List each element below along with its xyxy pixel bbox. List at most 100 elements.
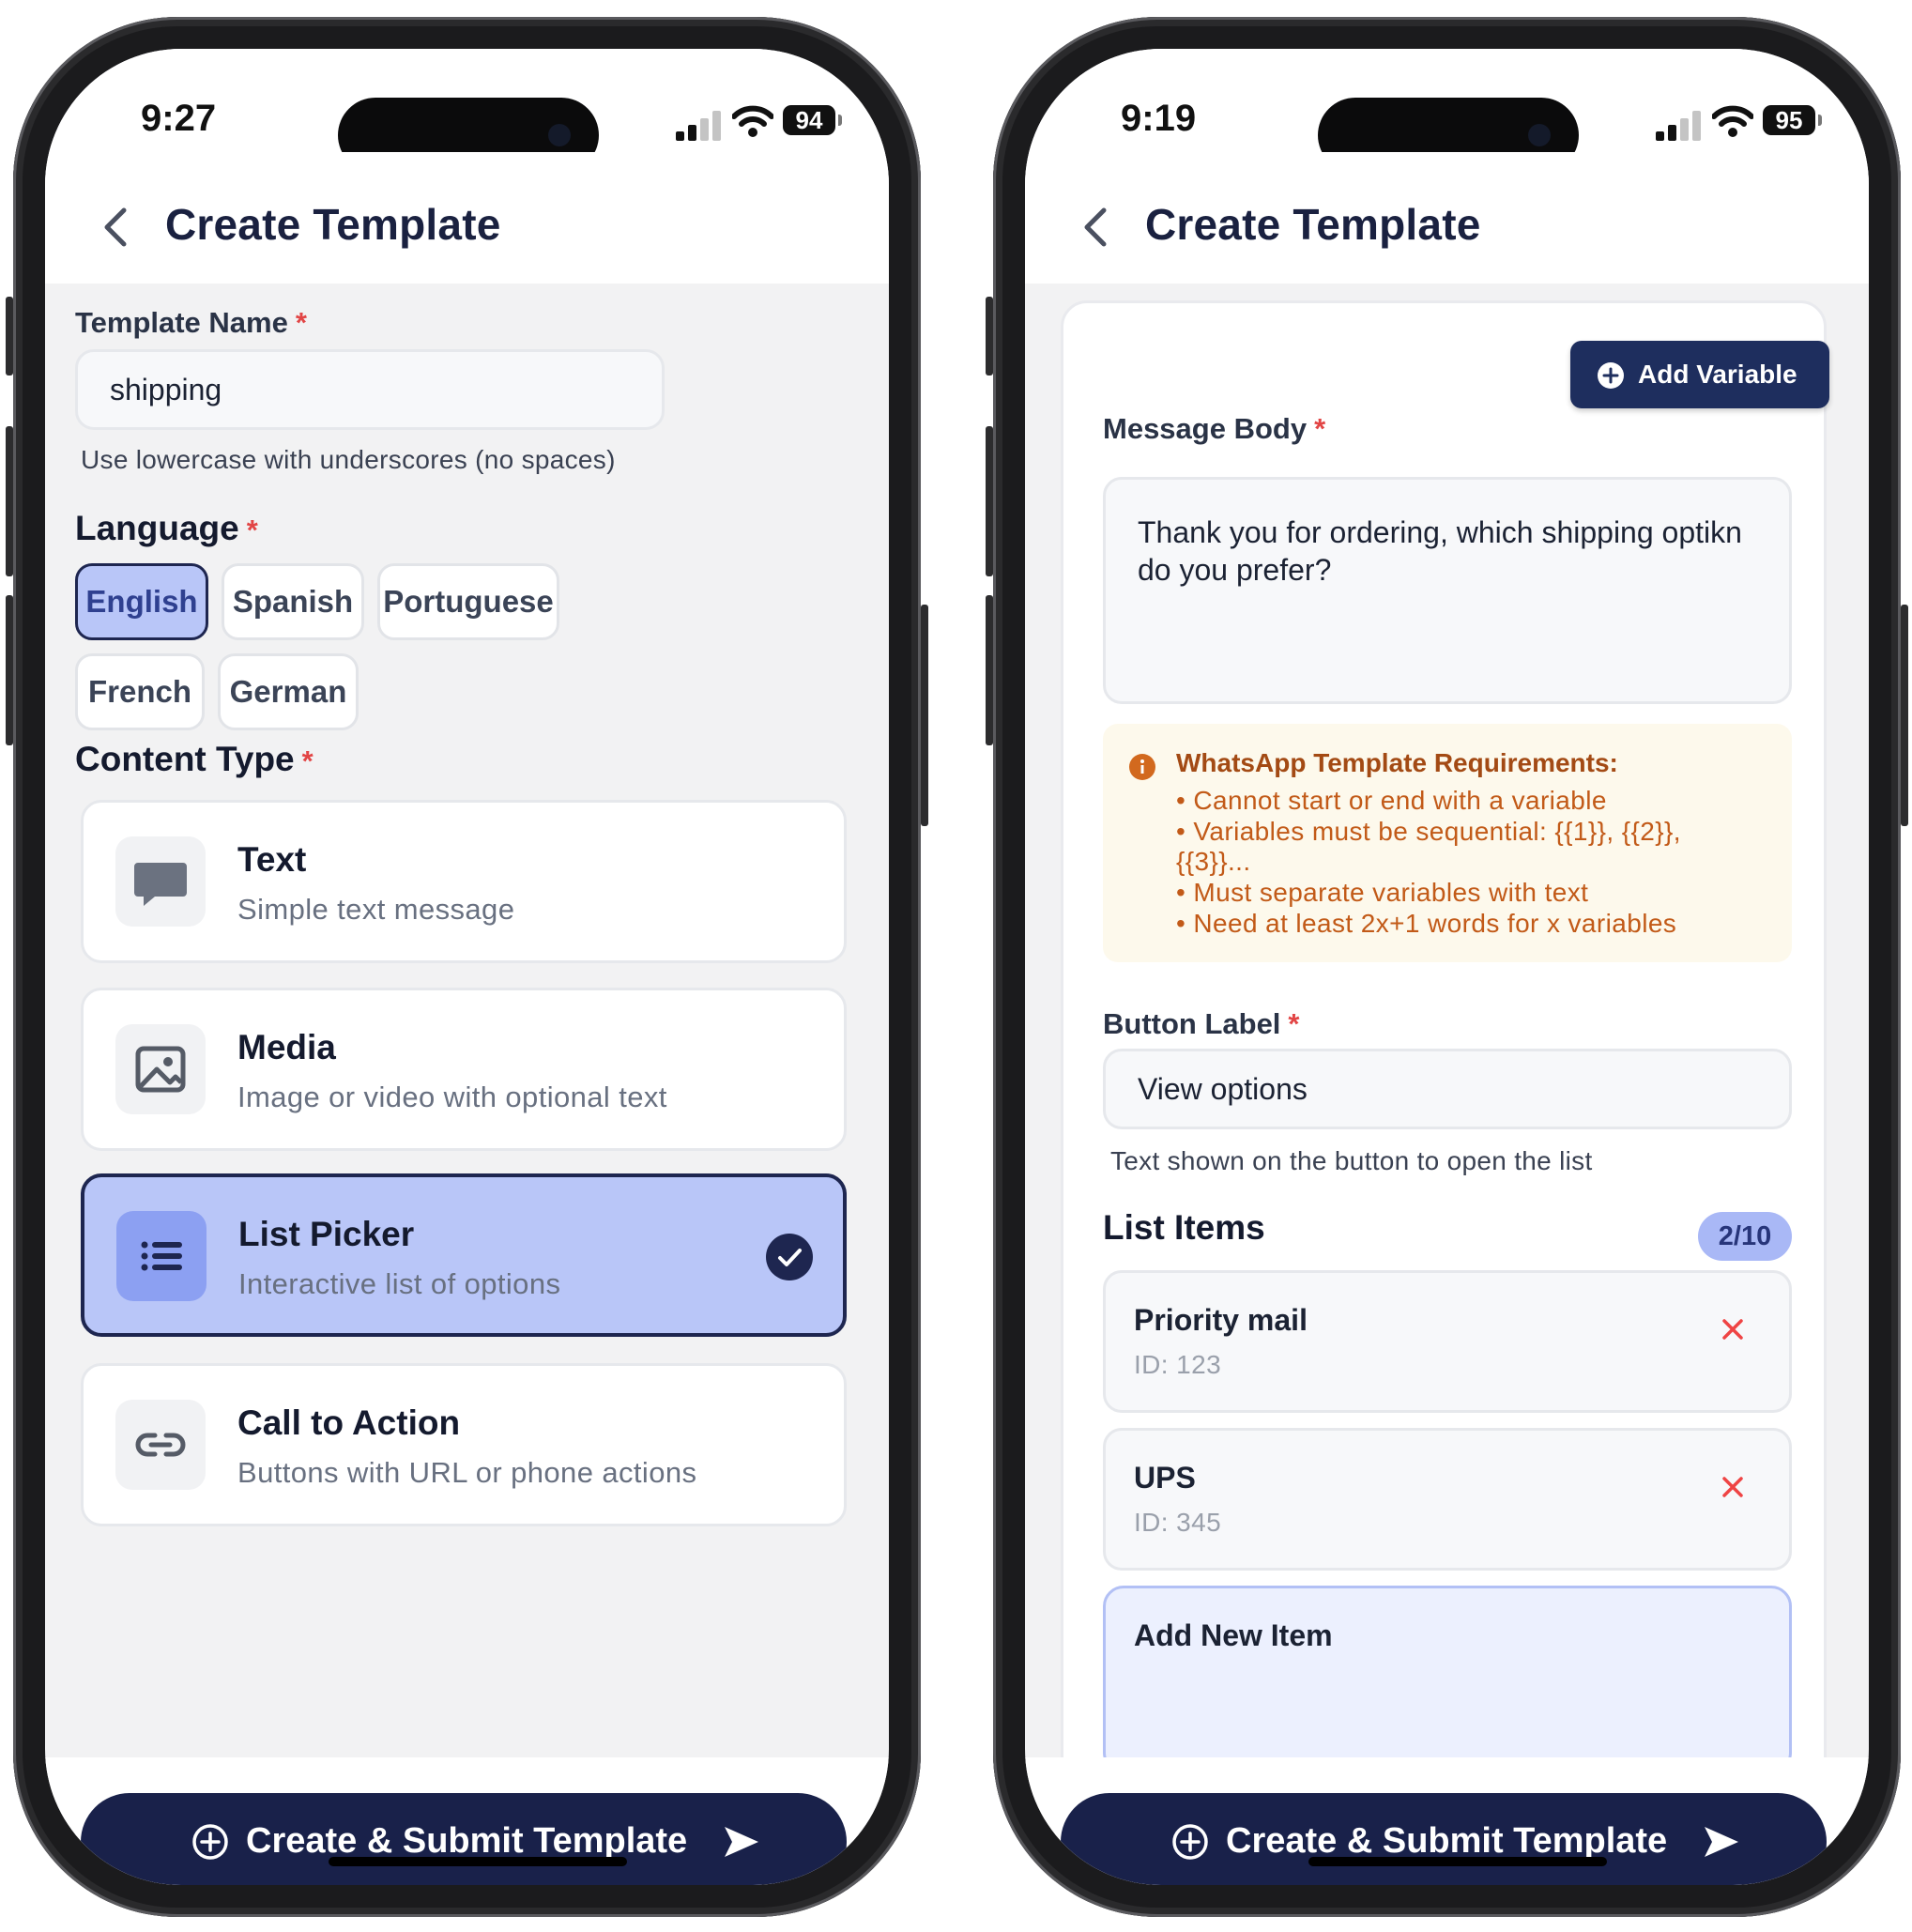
message-body-label-text: Message Body: [1103, 412, 1308, 445]
nav-bar: Create Template: [1025, 152, 1869, 284]
checkmark-icon: [766, 1234, 813, 1280]
nav-bar: Create Template: [45, 152, 889, 284]
create-submit-button[interactable]: Create & Submit Template: [1061, 1793, 1827, 1885]
language-chip-english[interactable]: English: [75, 563, 208, 640]
button-label-label-text: Button Label: [1103, 1007, 1281, 1040]
template-name-helper: Use lowercase with underscores (no space…: [81, 445, 616, 474]
screen-right: 9:19 95 Create Template Add Variable Mes…: [1025, 49, 1869, 1885]
content-type-label: Content Type *: [75, 740, 314, 779]
requirements-title: WhatsApp Template Requirements:: [1176, 748, 1618, 777]
list-items-count-badge: 2/10: [1698, 1212, 1792, 1261]
list-item-id: ID: 345: [1134, 1508, 1222, 1537]
volume-down-button: [986, 595, 993, 745]
requirement-item: • Must separate variables with text: [1176, 878, 1589, 907]
language-label: Language *: [75, 509, 258, 548]
content-type-list-picker[interactable]: List Picker Interactive list of options: [81, 1173, 847, 1337]
button-label-helper: Text shown on the button to open the lis…: [1110, 1146, 1593, 1175]
volume-down-button: [6, 595, 13, 745]
send-icon: [1705, 1827, 1738, 1857]
list-items-title: List Items: [1103, 1208, 1265, 1247]
plus-circle-icon: [1172, 1824, 1208, 1860]
add-variable-label: Add Variable: [1638, 360, 1797, 389]
content-type-title: Media: [237, 1028, 336, 1066]
list-item: UPS ID: 345: [1103, 1428, 1792, 1571]
list-item-name: Priority mail: [1134, 1303, 1308, 1337]
list-item: Priority mail ID: 123: [1103, 1270, 1792, 1413]
requirement-item: • Need at least 2x+1 words for x variabl…: [1176, 909, 1677, 938]
page-title: Create Template: [1145, 200, 1481, 249]
language-chip-spanish[interactable]: Spanish: [222, 563, 364, 640]
wifi-icon: [732, 105, 773, 137]
language-label-text: Language: [75, 509, 239, 547]
template-name-input[interactable]: shipping: [75, 349, 665, 430]
home-indicator: [329, 1857, 627, 1866]
content-type-subtitle: Interactive list of options: [238, 1267, 561, 1300]
requirement-item: • Variables must be sequential: {{1}}, {…: [1176, 817, 1681, 876]
submit-label: Create & Submit Template: [1226, 1821, 1668, 1861]
content-type-subtitle: Buttons with URL or phone actions: [237, 1456, 697, 1489]
language-chip-german[interactable]: German: [218, 653, 359, 730]
back-chevron-icon[interactable]: [98, 205, 135, 250]
back-chevron-icon[interactable]: [1078, 205, 1115, 250]
image-icon: [115, 1024, 206, 1114]
page-title: Create Template: [165, 200, 501, 249]
form-content: Add Variable Message Body * Thank you for…: [1025, 284, 1869, 1757]
info-icon: [1129, 754, 1155, 780]
required-asterisk: *: [1288, 1007, 1300, 1040]
create-submit-button[interactable]: Create & Submit Template: [81, 1793, 847, 1885]
content-type-call-to-action[interactable]: Call to Action Buttons with URL or phone…: [81, 1363, 847, 1526]
status-time: 9:27: [141, 98, 217, 139]
wifi-icon: [1712, 105, 1753, 137]
content-type-label-text: Content Type: [75, 740, 295, 778]
template-name-label: Template Name *: [75, 306, 307, 340]
signal-icon: [676, 109, 723, 141]
content-type-title: List Picker: [238, 1215, 415, 1253]
battery-icon: 95: [1763, 105, 1822, 135]
required-asterisk: *: [301, 744, 314, 777]
volume-up-button: [6, 426, 13, 576]
content-type-text[interactable]: Text Simple text message: [81, 800, 847, 963]
phone-frame-right: 9:19 95 Create Template Add Variable Mes…: [986, 17, 1908, 1917]
list-item-name: UPS: [1134, 1461, 1196, 1495]
mute-switch: [986, 297, 993, 376]
content-type-title: Call to Action: [237, 1403, 461, 1442]
status-bar: 9:19 95: [1025, 49, 1869, 173]
send-icon: [725, 1827, 758, 1857]
list-item-id: ID: 123: [1134, 1350, 1222, 1379]
required-asterisk: *: [246, 514, 258, 546]
template-name-label-text: Template Name: [75, 306, 288, 339]
chat-bubble-icon: [115, 836, 206, 927]
battery-icon: 94: [783, 105, 842, 135]
add-variable-button[interactable]: Add Variable: [1570, 341, 1829, 408]
form-content: Template Name * shipping Use lowercase wi…: [45, 284, 889, 1757]
form-card: Add Variable Message Body * Thank you for…: [1061, 300, 1829, 1757]
button-label-label: Button Label *: [1103, 1007, 1300, 1041]
content-type-media[interactable]: Media Image or video with optional text: [81, 988, 847, 1151]
power-button: [921, 605, 928, 826]
remove-icon[interactable]: [1718, 1472, 1748, 1502]
button-label-input[interactable]: View options: [1103, 1049, 1792, 1129]
requirements-notice: WhatsApp Template Requirements: • Cannot…: [1103, 724, 1792, 962]
requirement-item: • Cannot start or end with a variable: [1176, 786, 1607, 815]
message-body-textarea[interactable]: Thank you for ordering, which shipping o…: [1103, 477, 1792, 704]
content-type-subtitle: Image or video with optional text: [237, 1081, 667, 1113]
phone-frame-left: 9:27 94 Create Template Template Name*: [6, 17, 928, 1917]
submit-label: Create & Submit Template: [246, 1821, 688, 1861]
add-new-item-label: Add New Item: [1134, 1618, 1333, 1652]
home-indicator: [1308, 1857, 1607, 1866]
language-chip-portuguese[interactable]: Portuguese: [377, 563, 559, 640]
required-asterisk: *: [1314, 412, 1326, 445]
add-new-item-panel[interactable]: Add New Item: [1103, 1586, 1792, 1757]
status-bar: 9:27 94: [45, 49, 889, 173]
remove-icon[interactable]: [1718, 1314, 1748, 1344]
power-button: [1901, 605, 1908, 826]
content-type-title: Text: [237, 840, 307, 879]
content-type-subtitle: Simple text message: [237, 893, 515, 926]
status-time: 9:19: [1121, 98, 1197, 139]
volume-up-button: [986, 426, 993, 576]
required-asterisk: *: [295, 306, 307, 339]
list-icon: [116, 1211, 206, 1301]
signal-icon: [1656, 109, 1703, 141]
message-body-label: Message Body *: [1103, 412, 1325, 446]
language-chip-french[interactable]: French: [75, 653, 205, 730]
